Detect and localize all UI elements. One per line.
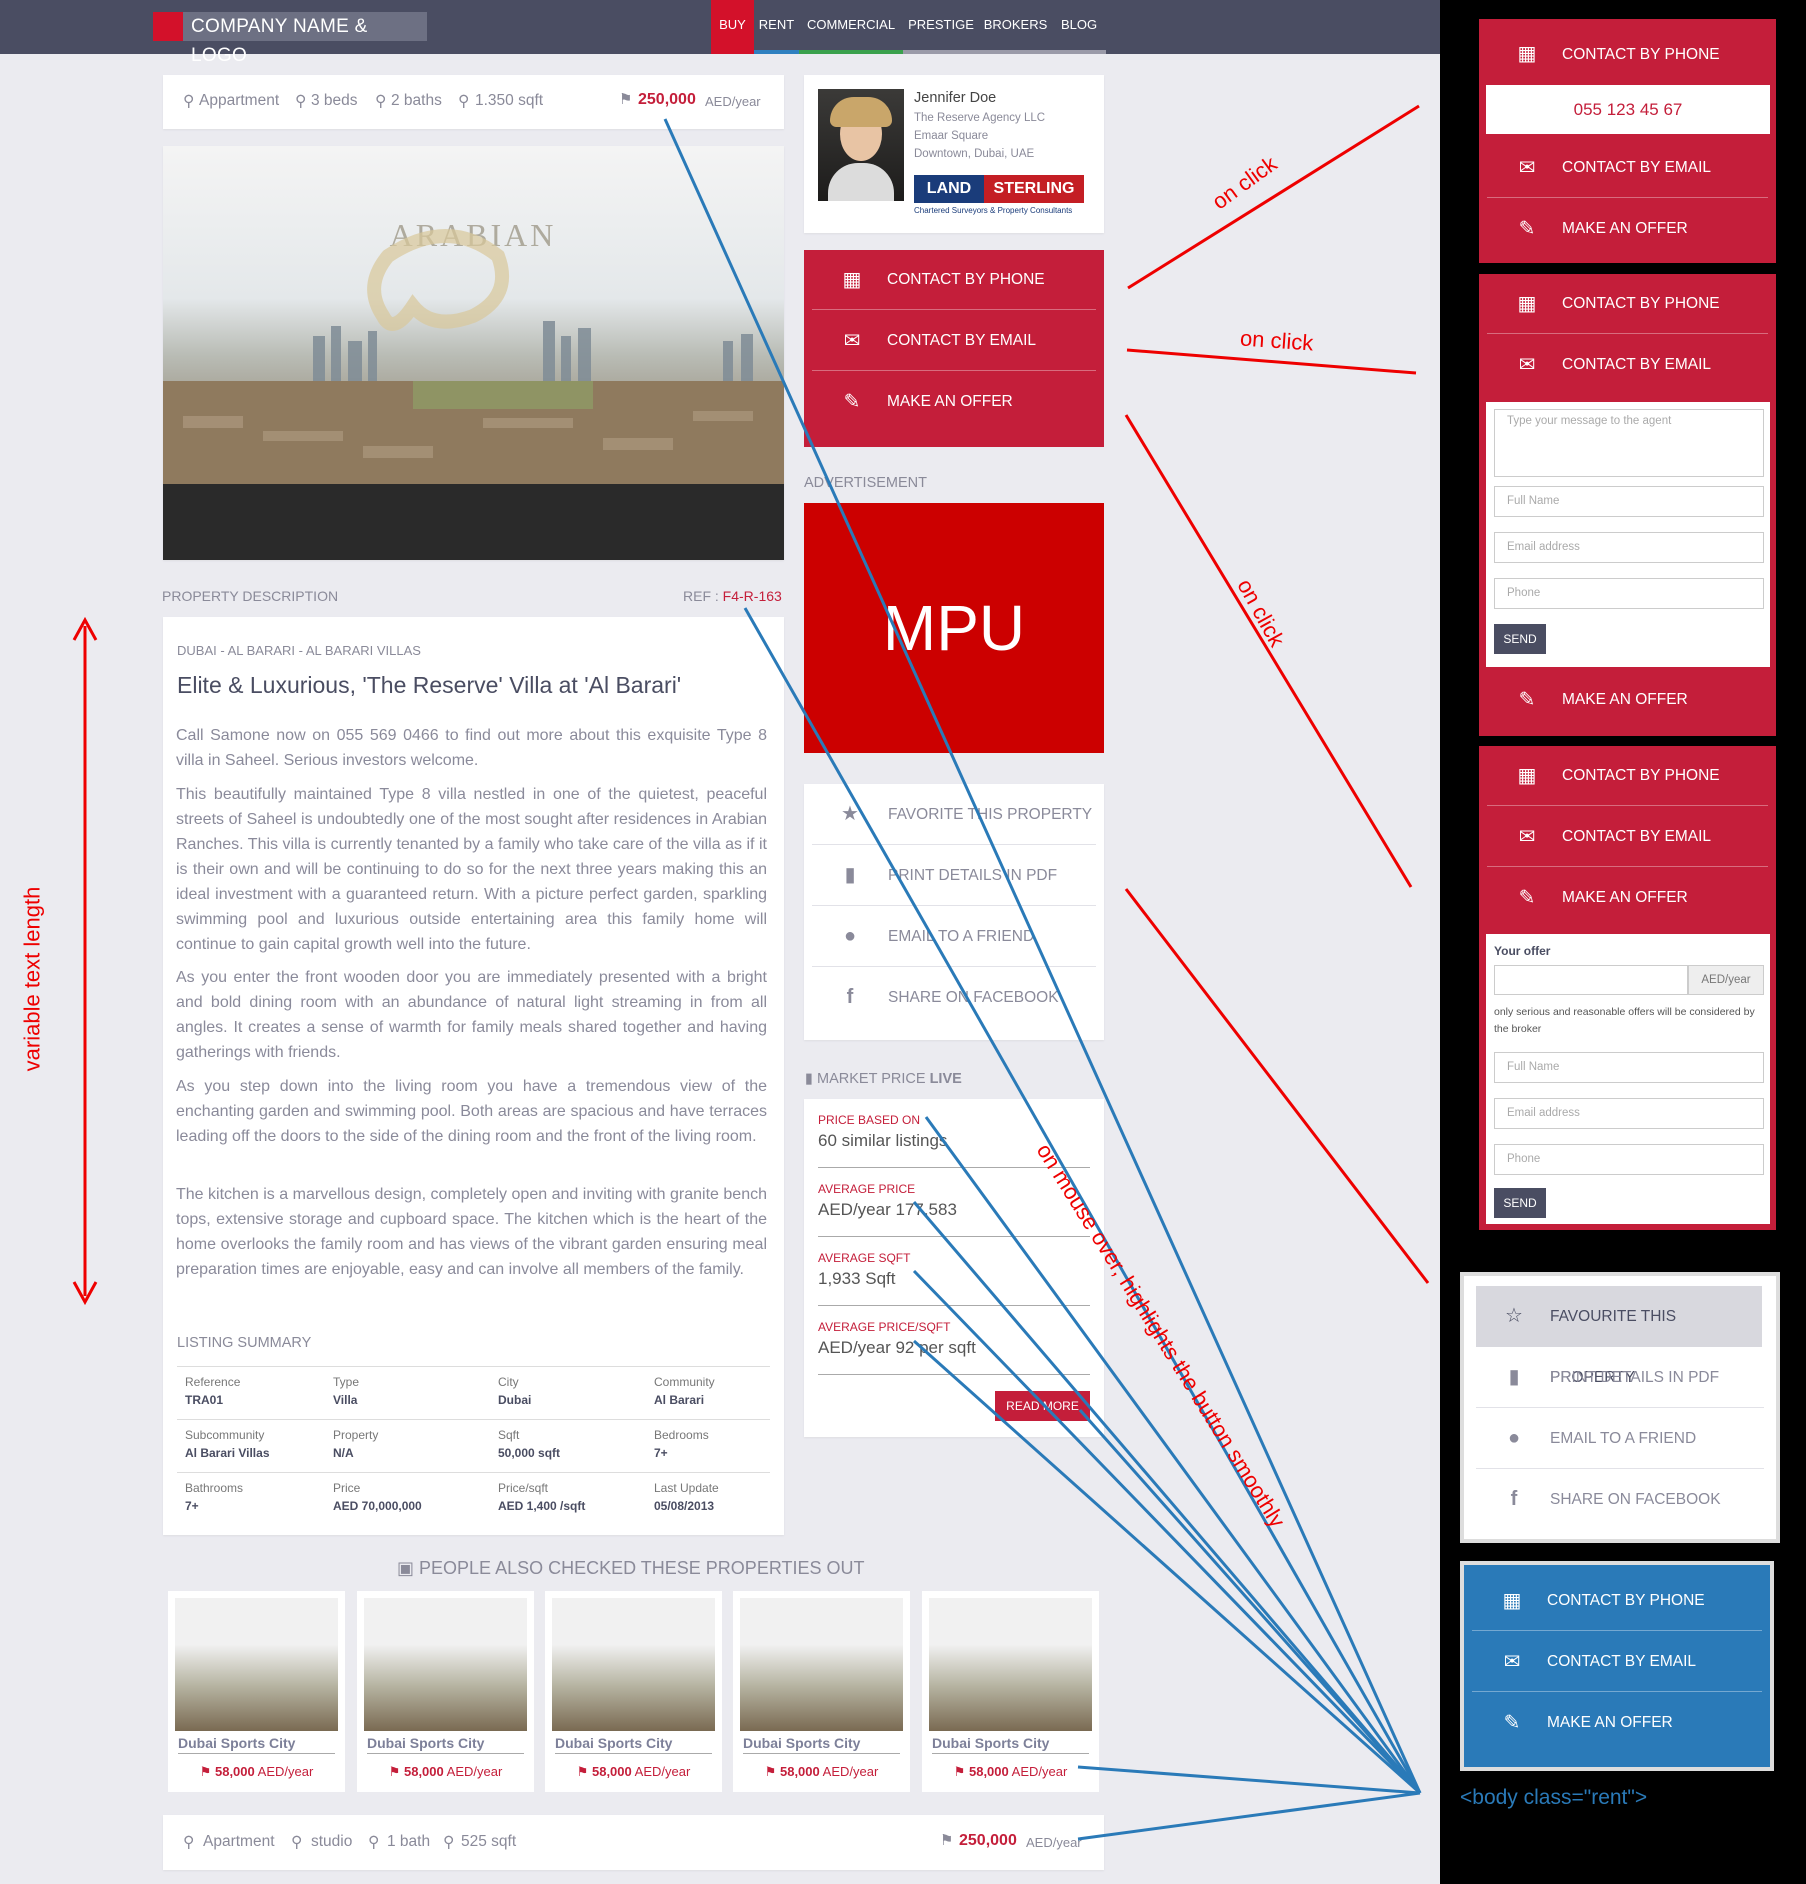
annotation-variable-length: variable text length <box>19 886 45 1072</box>
annotation-overlay <box>72 104 1430 1841</box>
nav-buy-label[interactable]: BUY <box>711 0 754 54</box>
annotation-on-click: on click <box>1239 325 1315 356</box>
